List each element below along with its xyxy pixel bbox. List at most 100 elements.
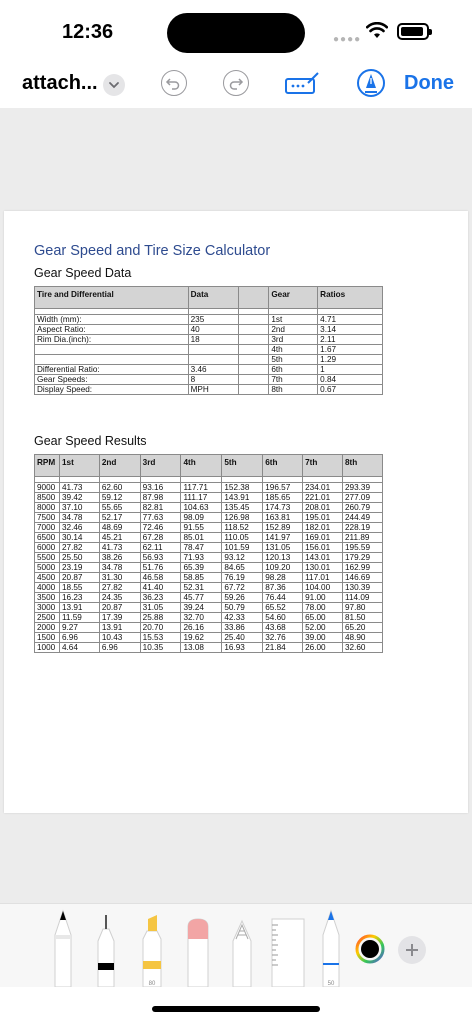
table-cell: 235 bbox=[187, 314, 240, 325]
table-row: 8500 39.42 59.12 87.98 111.17 143.91 185.65 221… bbox=[34, 492, 383, 503]
table-cell: 39.00 bbox=[302, 632, 343, 643]
table-cell: 20.87 bbox=[98, 602, 141, 613]
add-tool-button[interactable] bbox=[398, 936, 426, 964]
table-cell: 293.39 bbox=[342, 482, 383, 493]
pencil-tool[interactable]: 50 bbox=[320, 905, 342, 987]
table-cell: 0.67 bbox=[317, 384, 383, 395]
table-cell: 65.00 bbox=[302, 612, 343, 623]
table-cell: 4.64 bbox=[58, 642, 100, 653]
table-row: 4th 1.67 bbox=[34, 344, 383, 355]
redo-button[interactable] bbox=[223, 70, 249, 96]
document-page: Gear Speed and Tire Size Calculator Gear… bbox=[4, 211, 468, 813]
table-cell: 42.33 bbox=[221, 612, 264, 623]
color-picker-icon[interactable] bbox=[355, 934, 385, 964]
gear-data-table: Tire and Differential Data Gear Ratios Width… bbox=[34, 286, 383, 395]
table-cell: 52.00 bbox=[302, 622, 343, 633]
table-row: Aspect Ratio: 40 2nd 3.14 bbox=[34, 324, 383, 335]
pen-tip-icon bbox=[365, 74, 377, 93]
table-cell: 27.82 bbox=[58, 542, 100, 553]
table-cell: 141.97 bbox=[262, 532, 304, 543]
header-cell: 3rd bbox=[139, 454, 182, 477]
table-cell: 152.89 bbox=[262, 522, 304, 533]
table-row: 8000 37.10 55.65 82.81 104.63 135.45 174.73 208… bbox=[34, 502, 383, 513]
table-cell: 7000 bbox=[34, 522, 60, 533]
table-cell: 143.91 bbox=[221, 492, 264, 503]
table-cell: 58.85 bbox=[180, 572, 223, 583]
table-cell: 67.72 bbox=[221, 582, 264, 593]
table-cell: 82.81 bbox=[139, 502, 182, 513]
redo-icon bbox=[229, 78, 244, 90]
table-cell: Aspect Ratio: bbox=[34, 324, 189, 335]
table-cell bbox=[187, 354, 240, 365]
table-cell: 211.89 bbox=[342, 532, 383, 543]
table-cell: 87.36 bbox=[262, 582, 304, 593]
table-cell: 41.40 bbox=[139, 582, 182, 593]
table-cell: 13.91 bbox=[58, 602, 100, 613]
table-cell: 152.38 bbox=[221, 482, 264, 493]
table-cell: 6.96 bbox=[98, 642, 141, 653]
table-cell: 43.68 bbox=[262, 622, 304, 633]
table-cell: 4000 bbox=[34, 582, 60, 593]
table-cell: 41.73 bbox=[98, 542, 141, 553]
table-cell: Gear Speeds: bbox=[34, 374, 189, 385]
header-cell: RPM bbox=[34, 454, 60, 477]
home-indicator[interactable] bbox=[152, 1006, 320, 1012]
table-cell: 196.57 bbox=[262, 482, 304, 493]
table-cell: 30.14 bbox=[58, 532, 100, 543]
table-cell: 13.91 bbox=[98, 622, 141, 633]
table-cell: 91.55 bbox=[180, 522, 223, 533]
header-cell: 6th bbox=[262, 454, 304, 477]
table-cell: 1.67 bbox=[317, 344, 383, 355]
table-cell: 2000 bbox=[34, 622, 60, 633]
markup-pen-button[interactable] bbox=[357, 69, 385, 97]
table-cell: 78.47 bbox=[180, 542, 223, 553]
file-title[interactable]: attach... bbox=[22, 72, 98, 95]
table-cell: 19.62 bbox=[180, 632, 223, 643]
form-fill-icon[interactable] bbox=[284, 71, 320, 99]
status-bar: 12:36 ●●●● bbox=[0, 0, 472, 62]
pen-tool[interactable] bbox=[52, 905, 74, 987]
highlighter-tool[interactable]: 80 bbox=[140, 905, 164, 987]
table-cell: 146.69 bbox=[342, 572, 383, 583]
table-cell: 163.81 bbox=[262, 512, 304, 523]
table-cell: Differential Ratio: bbox=[34, 364, 189, 375]
table-row: 6000 27.82 41.73 62.11 78.47 101.59 131.05 156.… bbox=[34, 542, 383, 553]
table-cell: 50.79 bbox=[221, 602, 264, 613]
undo-icon bbox=[165, 78, 180, 90]
table-cell: 45.77 bbox=[180, 592, 223, 603]
table-cell: 185.65 bbox=[262, 492, 304, 503]
markup-tool-palette: 80 50 bbox=[0, 903, 472, 987]
table-cell: 101.59 bbox=[221, 542, 264, 553]
table-cell: 8th bbox=[268, 384, 319, 395]
table-cell bbox=[238, 344, 270, 355]
table-cell: 8500 bbox=[34, 492, 60, 503]
table-row: Width (mm): 235 1st 4.71 bbox=[34, 314, 383, 325]
table-cell: 16.93 bbox=[221, 642, 264, 653]
table-cell: 21.84 bbox=[262, 642, 304, 653]
table-cell: 59.12 bbox=[98, 492, 141, 503]
ruler-tool[interactable] bbox=[270, 905, 306, 987]
eraser-tool[interactable] bbox=[185, 905, 211, 987]
fineliner-tool[interactable] bbox=[95, 905, 117, 987]
table-cell: 27.82 bbox=[98, 582, 141, 593]
table-cell: 20.70 bbox=[139, 622, 182, 633]
table-cell: 72.46 bbox=[139, 522, 182, 533]
table-cell: 4500 bbox=[34, 572, 60, 583]
table-cell: 31.30 bbox=[98, 572, 141, 583]
table-cell: 104.00 bbox=[302, 582, 343, 593]
lasso-tool[interactable] bbox=[230, 905, 254, 987]
table-cell: 117.01 bbox=[302, 572, 343, 583]
header-cell: 5th bbox=[221, 454, 264, 477]
table-cell: 26.00 bbox=[302, 642, 343, 653]
chevron-down-icon[interactable] bbox=[103, 74, 125, 96]
table-cell: 40 bbox=[187, 324, 240, 335]
header-cell: 1st bbox=[58, 454, 100, 477]
table-cell: 5500 bbox=[34, 552, 60, 563]
table-cell: 25.40 bbox=[221, 632, 264, 643]
status-time: 12:36 bbox=[62, 21, 114, 43]
undo-button[interactable] bbox=[161, 70, 187, 96]
table-cell: 37.10 bbox=[58, 502, 100, 513]
done-button[interactable]: Done bbox=[404, 72, 454, 95]
table-cell: 109.20 bbox=[262, 562, 304, 573]
table-cell: 97.80 bbox=[342, 602, 383, 613]
